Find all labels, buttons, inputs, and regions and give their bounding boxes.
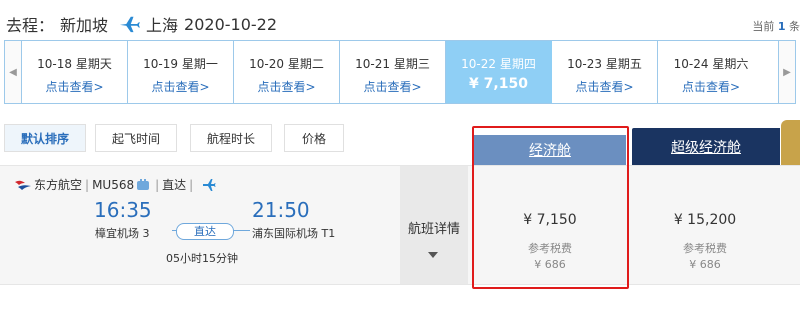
date-label: 10-24 星期六 (673, 57, 749, 71)
date-label: 10-19 星期一 (143, 57, 218, 71)
sort-tab-departure[interactable]: 起飞时间 (95, 124, 177, 152)
super-economy-price: ¥ 15,200 (673, 212, 737, 228)
date-cell-selected[interactable]: 10-22 星期四 ¥ 7,150 (446, 41, 552, 103)
page-prefix: 当前 (752, 20, 775, 33)
date-price: 点击查看> (363, 80, 422, 94)
date-price: 点击查看> (45, 80, 104, 94)
origin-city: 新加坡 (60, 16, 109, 35)
super-economy-price-cell[interactable]: ¥ 15,200 参考税费 ¥ 686 (630, 166, 780, 284)
page-number: 1 (777, 20, 786, 33)
date-label: 10-21 星期三 (355, 57, 430, 71)
flight-duration: 05小时15分钟 (166, 252, 238, 265)
date-cell[interactable]: 10-21 星期三 点击查看> (340, 41, 446, 103)
date-cell[interactable]: 10-18 星期天 点击查看> (22, 41, 128, 103)
date-price: 点击查看> (257, 80, 316, 94)
page-indicator: 当前 1 条 (752, 18, 800, 34)
date-next-button[interactable]: ▶ (778, 41, 795, 103)
date-cell[interactable]: 10-20 星期二 点击查看> (234, 41, 340, 103)
flight-number: MU568 (92, 177, 135, 192)
airline-info: 东方航空 | MU568 | 直达 | (14, 176, 216, 193)
caret-down-icon (428, 252, 438, 258)
separator: | (85, 177, 90, 192)
cabin-next-header[interactable] (781, 120, 800, 165)
flight-details-button[interactable]: 航班详情 (400, 166, 468, 284)
airline-name: 东方航空 (34, 178, 83, 192)
date-prev-button[interactable]: ◀ (5, 41, 22, 103)
plane-icon (203, 178, 216, 191)
date-price: 点击查看> (151, 80, 210, 94)
origin-label: 去程： (6, 16, 55, 35)
direct-badge: 直达 (176, 223, 234, 240)
flight-type: 直达 (162, 178, 187, 192)
separator: | (189, 177, 194, 192)
cabin-super-economy-header[interactable]: 超级经济舱 (632, 128, 780, 165)
separator: | (155, 177, 160, 192)
date-price: 点击查看> (681, 80, 741, 94)
date-strip: ◀ 10-18 星期天 点击查看> 10-19 星期一 点击查看> 10-20 … (4, 40, 796, 104)
plane-icon (120, 16, 140, 33)
sort-tab-duration[interactable]: 航程时长 (190, 124, 272, 152)
sort-tab-default[interactable]: 默认排序 (4, 124, 86, 152)
sort-tab-price[interactable]: 价格 (284, 124, 344, 152)
travel-date: 2020-10-22 (184, 14, 278, 34)
date-label: 10-20 星期二 (249, 57, 324, 71)
date-label: 10-22 星期四 (461, 57, 536, 71)
route-title: 去程： 新加坡 上海 2020-10-22 (6, 12, 283, 36)
date-label: 10-18 星期天 (37, 57, 112, 71)
arrival-airport: 浦东国际机场 T1 (252, 227, 336, 240)
departure-airport: 樟宜机场 3 (95, 227, 150, 240)
date-price: ¥ 7,150 (469, 76, 528, 92)
china-eastern-logo-icon (15, 180, 31, 190)
super-economy-tax-label: 参考税费 (683, 242, 727, 255)
highlight-box (472, 126, 629, 289)
date-cell[interactable]: 10-24 星期六 点击查看> (658, 41, 764, 103)
super-economy-tax: ¥ 686 (689, 258, 721, 271)
departure-time: 16:35 (94, 198, 152, 222)
destination-city: 上海 (146, 16, 179, 35)
date-price: 点击查看> (575, 80, 634, 94)
page-suffix: 条 (789, 20, 800, 33)
date-label: 10-23 星期五 (567, 57, 642, 71)
arrival-time: 21:50 (252, 198, 310, 222)
date-cell[interactable]: 10-19 星期一 点击查看> (128, 41, 234, 103)
date-cell[interactable]: 10-23 星期五 点击查看> (552, 41, 658, 103)
meal-icon (137, 178, 150, 190)
details-label: 航班详情 (407, 222, 460, 237)
